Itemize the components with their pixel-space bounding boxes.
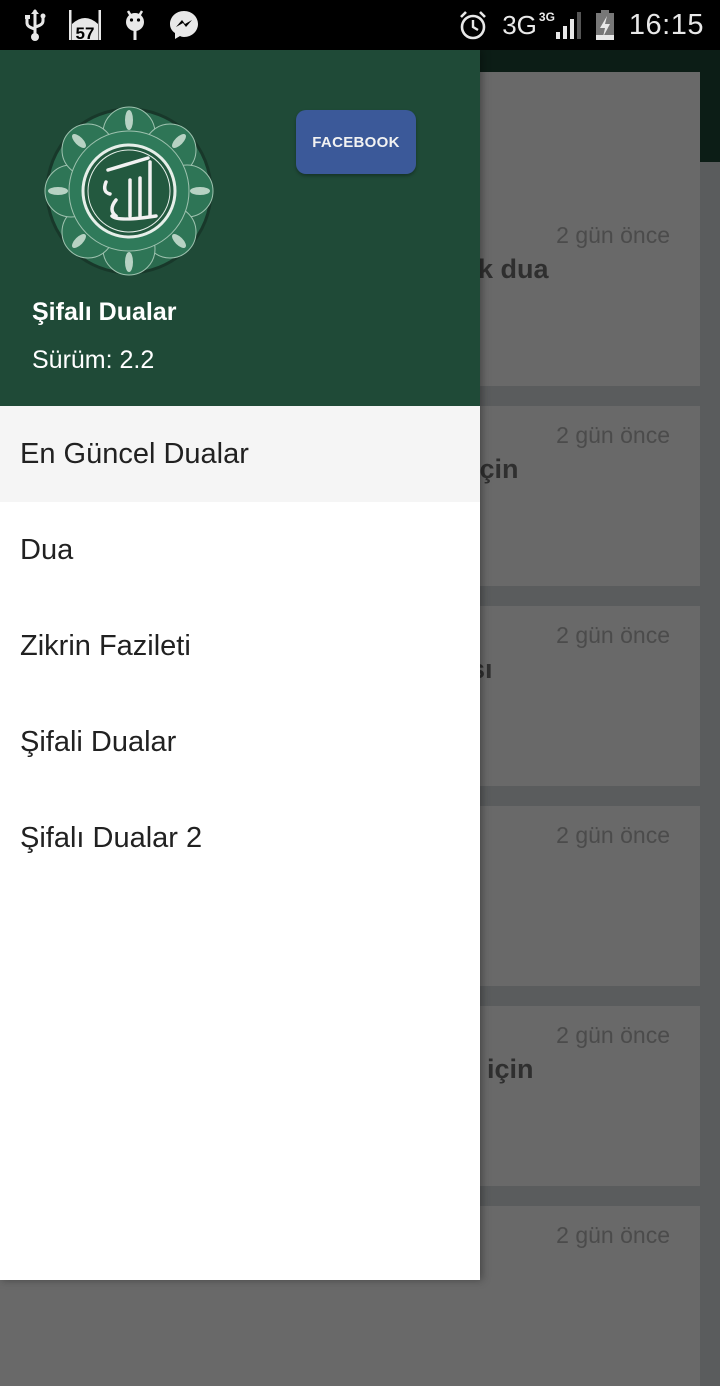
menu-item-dua[interactable]: Dua <box>0 502 480 598</box>
prayer-time-icon: 57 <box>68 8 102 42</box>
signal-icon <box>555 10 581 40</box>
drawer-header: FACEBOOK Şifalı Dualar Sürüm: 2.2 <box>0 50 480 406</box>
card-title: için <box>487 1054 534 1084</box>
clock: 16:15 <box>628 8 704 41</box>
alarm-icon <box>458 10 488 40</box>
android-debug-icon <box>122 8 148 42</box>
card-time: 2 gün önce <box>556 622 670 648</box>
card-time: 2 gün önce <box>556 1222 670 1248</box>
network-label: 3G <box>502 9 537 40</box>
menu-item-sifali-dualar-2[interactable]: Şifalı Dualar 2 <box>0 790 480 886</box>
battery-charging-icon <box>595 9 615 41</box>
card-time: 2 gün önce <box>556 222 670 248</box>
card-title: k dua <box>478 254 549 284</box>
navigation-drawer: FACEBOOK Şifalı Dualar Sürüm: 2.2 En Gün… <box>0 50 480 1280</box>
drawer-menu: En Güncel Dualar Dua Zikrin Fazileti Şif… <box>0 406 480 886</box>
status-bar: 57 3G 3G 16:15 <box>0 0 720 50</box>
allah-calligraphy-emblem-icon <box>38 100 220 282</box>
card-time: 2 gün önce <box>556 822 670 848</box>
menu-item-sifali-dualar[interactable]: Şifali Dualar <box>0 694 480 790</box>
svg-text:57: 57 <box>76 24 95 42</box>
facebook-button[interactable]: FACEBOOK <box>296 110 416 174</box>
app-name: Şifalı Dualar <box>32 298 177 326</box>
messenger-icon <box>168 9 200 41</box>
usb-icon <box>22 8 48 42</box>
menu-item-zikrin-fazileti[interactable]: Zikrin Fazileti <box>0 598 480 694</box>
network-sup-label: 3G <box>538 9 555 24</box>
menu-item-en-guncel-dualar[interactable]: En Güncel Dualar <box>0 406 480 502</box>
card-time: 2 gün önce <box>556 422 670 448</box>
card-time: 2 gün önce <box>556 1022 670 1048</box>
network-type: 3G 3G <box>502 10 555 41</box>
app-version: Sürüm: 2.2 <box>32 346 155 374</box>
